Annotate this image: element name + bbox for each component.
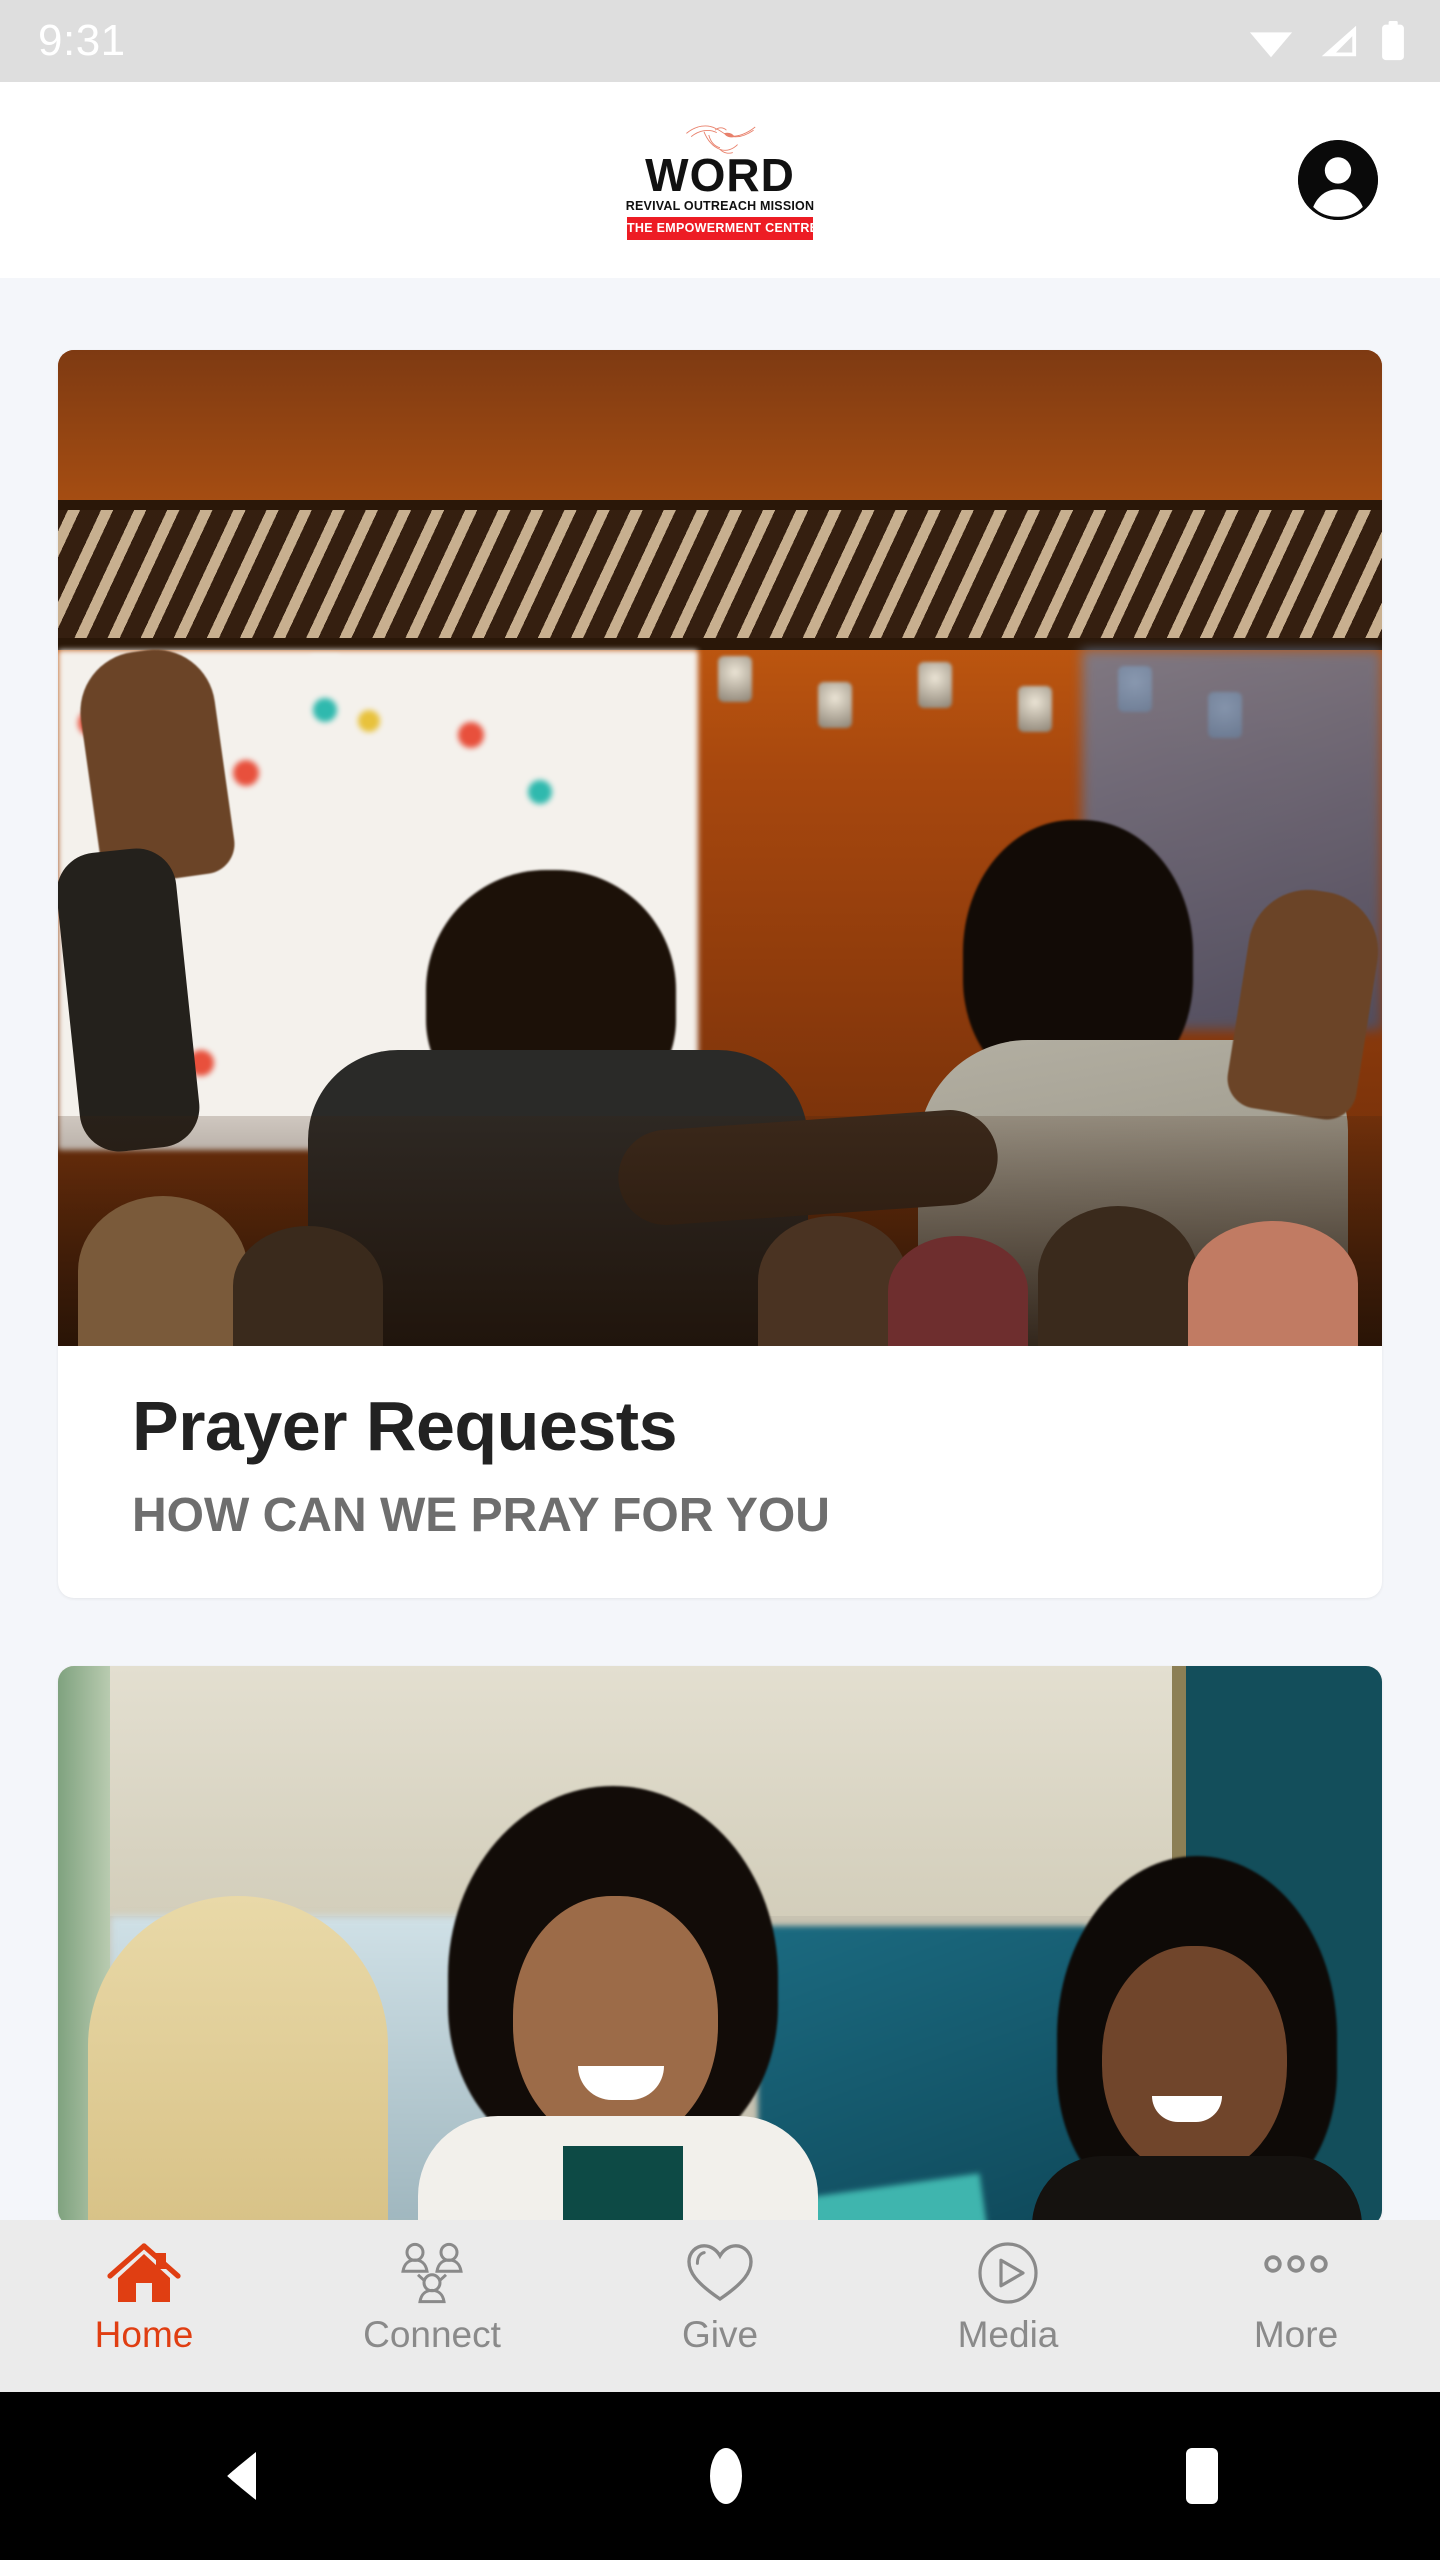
account-avatar-icon[interactable] [1298, 140, 1378, 220]
logo-banner-text: THE EMPOWERMENT CENTRE [627, 220, 819, 235]
status-bar: 9:31 [0, 0, 1440, 82]
heart-icon [685, 2242, 755, 2304]
avatar-silhouette-icon [1298, 140, 1378, 220]
nav-item-more[interactable]: More [1152, 2220, 1440, 2353]
status-icons [1248, 21, 1406, 61]
nav-label-give: Give [681, 2314, 759, 2355]
card-body-prayer: Prayer Requests HOW CAN WE PRAY FOR YOU [58, 1346, 1382, 1598]
app-logo: WORD REVIVAL OUTREACH MISSION THE EMPOWE… [625, 120, 818, 240]
phone-screen: 9:31 WORD REVIVAL OUTREACH MISSION THE E… [0, 0, 1440, 2560]
android-system-nav [0, 2392, 1440, 2560]
card-prayer-requests[interactable]: Prayer Requests HOW CAN WE PRAY FOR YOU [58, 350, 1382, 1599]
nav-label-home: Home [94, 2314, 194, 2355]
recents-square-icon[interactable] [1182, 2446, 1222, 2506]
wifi-icon [1249, 32, 1293, 58]
bottom-navigation: Home Connect Give Media More [0, 2220, 1440, 2392]
battery-icon [1382, 21, 1404, 61]
card-title: Prayer Requests [132, 1387, 678, 1465]
status-time: 9:31 [38, 16, 126, 65]
more-dots-icon [1259, 2242, 1333, 2304]
card-image-prayer [58, 350, 1382, 1346]
nav-label-more: More [1253, 2314, 1339, 2355]
back-triangle-icon[interactable] [218, 2448, 270, 2504]
main-content[interactable]: Prayer Requests HOW CAN WE PRAY FOR YOU [0, 278, 1440, 2220]
home-icon [106, 2242, 182, 2304]
card-second[interactable] [58, 1666, 1382, 2220]
nav-item-home[interactable]: Home [0, 2220, 288, 2353]
logo-tagline: REVIVAL OUTREACH MISSION [625, 198, 815, 213]
play-circle-icon [973, 2242, 1043, 2304]
nav-item-give[interactable]: Give [576, 2220, 864, 2353]
card-image-women [58, 1666, 1382, 2220]
logo-banner: THE EMPOWERMENT CENTRE [627, 216, 818, 240]
cellular-signal-icon [1321, 25, 1357, 57]
nav-item-connect[interactable]: Connect [288, 2220, 576, 2353]
app-header: WORD REVIVAL OUTREACH MISSION THE EMPOWE… [0, 82, 1440, 278]
people-group-icon [395, 2242, 469, 2304]
nav-label-connect: Connect [363, 2314, 501, 2355]
nav-item-media[interactable]: Media [864, 2220, 1152, 2353]
logo-wordmark: WORD [645, 149, 795, 202]
nav-label-media: Media [957, 2314, 1059, 2355]
card-subtitle: HOW CAN WE PRAY FOR YOU [132, 1488, 830, 1542]
home-circle-icon[interactable] [706, 2446, 746, 2506]
